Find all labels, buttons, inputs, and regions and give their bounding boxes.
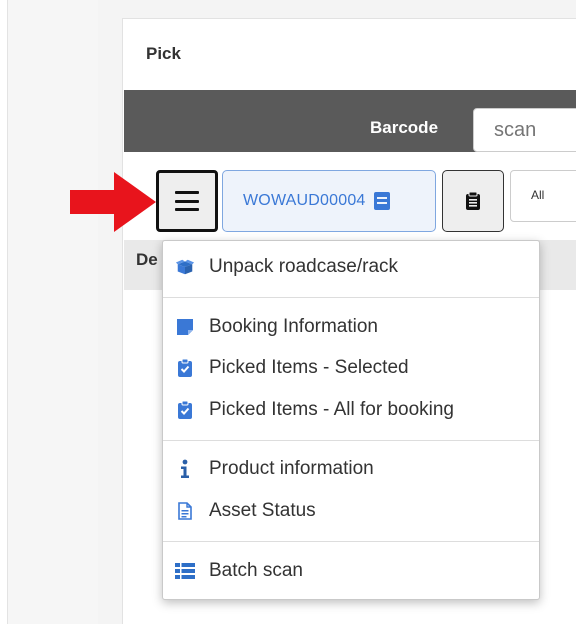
menu-item-label: Picked Items - All for booking: [209, 399, 454, 420]
booking-button[interactable]: WOWAUD00004: [222, 170, 436, 232]
menu-item-label: Batch scan: [209, 560, 303, 581]
list-icon: [175, 561, 195, 581]
menu-divider: [163, 440, 539, 441]
menu-item-picked-selected[interactable]: Picked Items - Selected: [163, 350, 539, 386]
menu-item-picked-all[interactable]: Picked Items - All for booking: [163, 392, 539, 428]
menu-item-asset-status[interactable]: Asset Status: [163, 493, 539, 529]
menu-button[interactable]: [156, 170, 218, 232]
menu-item-label: Asset Status: [209, 500, 316, 521]
barcode-label: Barcode: [370, 118, 439, 137]
page-title: Pick: [146, 44, 181, 63]
menu-item-unpack-roadcase[interactable]: Unpack roadcase/rack: [163, 249, 539, 285]
dropdown-menu: Unpack roadcase/rack Booking Information…: [162, 240, 540, 600]
filter-select[interactable]: All: [510, 170, 576, 222]
hamburger-icon: [175, 191, 199, 211]
menu-item-product-information[interactable]: Product information: [163, 451, 539, 487]
booking-code: WOWAUD00004: [243, 192, 366, 209]
sticky-note-icon: [175, 317, 195, 337]
menu-item-booking-information[interactable]: Booking Information: [163, 309, 539, 345]
menu-item-label: Picked Items - Selected: [209, 357, 409, 378]
info-icon: [175, 459, 195, 479]
document-icon: [373, 192, 390, 210]
menu-item-label: Product information: [209, 458, 374, 479]
left-edge: [0, 0, 8, 624]
table-header-text: De: [136, 250, 158, 269]
red-arrow-annotation: [70, 172, 156, 232]
clipboard-button[interactable]: [442, 170, 504, 232]
barcode-input[interactable]: [473, 108, 576, 152]
menu-item-label: Booking Information: [209, 316, 378, 337]
menu-item-label: Unpack roadcase/rack: [209, 256, 399, 277]
clipboard-icon: [466, 191, 480, 210]
menu-divider: [163, 297, 539, 298]
clipboard-check-icon: [175, 358, 195, 378]
file-text-icon: [175, 501, 195, 521]
open-box-icon: [175, 257, 195, 277]
clipboard-check-icon: [175, 400, 195, 420]
menu-item-batch-scan[interactable]: Batch scan: [163, 553, 539, 589]
menu-divider: [163, 541, 539, 542]
